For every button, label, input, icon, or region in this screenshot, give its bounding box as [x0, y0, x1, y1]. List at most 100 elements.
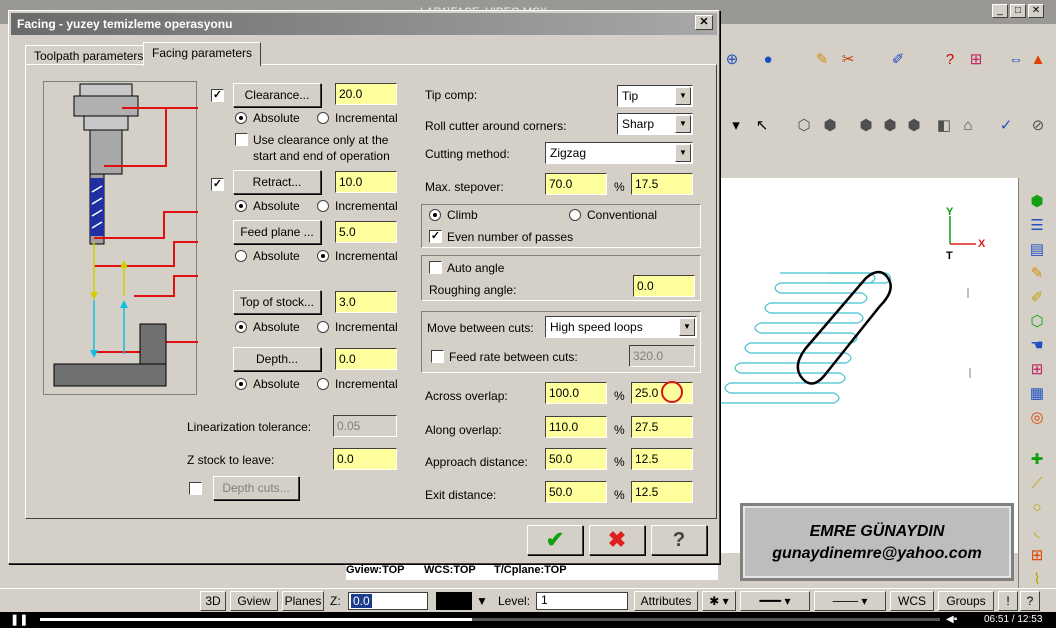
hex3-icon[interactable]: ⬢ — [904, 116, 924, 136]
z-input[interactable]: 0.0 — [348, 592, 428, 610]
depth-incremental-radio[interactable] — [317, 378, 329, 390]
across-overlap-percent-input[interactable]: 100.0 — [545, 382, 607, 404]
pause-icon[interactable]: ❚❚ — [10, 612, 28, 628]
feed-plane-input[interactable]: 5.0 — [335, 221, 397, 243]
wand-icon[interactable]: ✐ — [888, 50, 908, 70]
roughing-angle-input[interactable]: 0.0 — [633, 275, 695, 297]
top-of-stock-absolute-radio[interactable] — [235, 321, 247, 333]
hex1-icon[interactable]: ⬢ — [856, 116, 876, 136]
retract-checkbox[interactable]: ✓ — [211, 178, 224, 191]
clearance-absolute-radio[interactable] — [235, 112, 247, 124]
auto-angle-checkbox[interactable] — [429, 261, 442, 274]
cancel-button[interactable]: ✖ — [589, 525, 645, 555]
clearance-button[interactable]: Clearance... — [233, 83, 321, 107]
ops-icon[interactable]: ⊞ — [1027, 360, 1047, 380]
feed-between-input[interactable]: 320.0 — [629, 345, 695, 367]
sketch-icon[interactable]: ⌇ — [1027, 570, 1047, 590]
tip-comp-select[interactable]: Tip ▼ — [617, 85, 693, 107]
feed-plane-incremental-radio[interactable] — [317, 250, 329, 262]
close-app-button[interactable]: ✕ — [1028, 4, 1044, 18]
point-style-select[interactable]: ✱ ▾ — [702, 591, 736, 611]
no-icon[interactable]: ⊘ — [1028, 116, 1048, 136]
roll-cutter-select[interactable]: Sharp ▼ — [617, 113, 693, 135]
dialog-close-button[interactable]: ✕ — [695, 15, 713, 30]
ruler-icon[interactable]: ✎ — [1027, 264, 1047, 284]
plus-icon[interactable]: ✚ — [1027, 450, 1047, 470]
grid-icon[interactable]: ⊞ — [1027, 546, 1047, 566]
level-select[interactable]: 1 — [536, 592, 628, 610]
pointer-icon[interactable]: ▲ — [1028, 50, 1048, 70]
max-stepover-percent-input[interactable]: 70.0 — [545, 173, 607, 195]
progress-track[interactable] — [40, 618, 940, 621]
hand-icon[interactable]: ☚ — [1027, 336, 1047, 356]
along-overlap-percent-input[interactable]: 110.0 — [545, 416, 607, 438]
check-filter-icon[interactable]: ✓ — [996, 116, 1016, 136]
dropdown-arrow-icon[interactable]: ▾ — [726, 116, 746, 136]
depth-cuts-checkbox[interactable] — [189, 482, 202, 495]
exit-percent-input[interactable]: 50.0 — [545, 481, 607, 503]
tree-icon[interactable]: ⊞ — [966, 50, 986, 70]
retract-absolute-radio[interactable] — [235, 200, 247, 212]
pencil-icon[interactable]: ✎ — [812, 50, 832, 70]
paint-icon[interactable]: ✐ — [1027, 288, 1047, 308]
cube-icon[interactable]: ◧ — [934, 116, 954, 136]
sphere-icon[interactable]: ● — [758, 50, 778, 70]
line-width-select[interactable]: ─── ▾ — [814, 591, 886, 611]
linearization-input[interactable]: 0.05 — [333, 415, 397, 437]
climb-radio[interactable] — [429, 209, 441, 221]
feed-between-checkbox[interactable] — [431, 350, 444, 363]
z-stock-input[interactable]: 0.0 — [333, 448, 397, 470]
depth-button[interactable]: Depth... — [233, 347, 321, 371]
circle-icon[interactable]: ○ — [1027, 498, 1047, 518]
volume-icon[interactable]: ◀▪ — [946, 612, 957, 628]
tab-toolpath-parameters[interactable]: Toolpath parameters — [25, 45, 153, 65]
wcs-button[interactable]: WCS — [890, 591, 934, 611]
stack-icon[interactable]: ▤ — [1027, 240, 1047, 260]
feed-plane-button[interactable]: Feed plane ... — [233, 220, 321, 244]
clearance-only-checkbox[interactable] — [235, 133, 248, 146]
line-style-select[interactable]: ━━━ ▾ — [740, 591, 810, 611]
max-stepover-input[interactable]: 17.5 — [631, 173, 693, 195]
help-icon[interactable]: ? — [940, 50, 960, 70]
groups-button[interactable]: Groups — [938, 591, 994, 611]
retract-incremental-radio[interactable] — [317, 200, 329, 212]
hex2-icon[interactable]: ⬢ — [880, 116, 900, 136]
globe-icon[interactable]: ⊕ — [722, 50, 742, 70]
depth-cuts-button[interactable]: Depth cuts... — [213, 476, 299, 500]
attributes-button[interactable]: Attributes — [634, 591, 698, 611]
gview-button[interactable]: Gview — [230, 591, 278, 611]
roof-icon[interactable]: ⌂ — [958, 116, 978, 136]
exit-input[interactable]: 12.5 — [631, 481, 693, 503]
wire-cube-icon[interactable]: ⬡ — [1027, 312, 1047, 332]
top-of-stock-button[interactable]: Top of stock... — [233, 290, 321, 314]
retract-button[interactable]: Retract... — [233, 170, 321, 194]
retract-input[interactable]: 10.0 — [335, 171, 397, 193]
maximize-button[interactable]: □ — [1010, 4, 1026, 18]
tab-facing-parameters[interactable]: Facing parameters — [143, 42, 262, 66]
move-icon[interactable]: ⇔ — [1006, 50, 1026, 70]
top-of-stock-input[interactable]: 3.0 — [335, 291, 397, 313]
bang-button[interactable]: ! — [998, 591, 1018, 611]
arc-icon[interactable]: ◟ — [1027, 522, 1047, 542]
target-icon[interactable]: ◎ — [1027, 408, 1047, 428]
clearance-input[interactable]: 20.0 — [335, 83, 397, 105]
cursor-icon[interactable]: ↖ — [752, 116, 772, 136]
graphics-window[interactable]: Y X T — [720, 178, 1018, 553]
line-icon[interactable]: ⟋ — [1027, 474, 1047, 494]
top-of-stock-incremental-radio[interactable] — [317, 321, 329, 333]
layers-icon[interactable]: ☰ — [1027, 216, 1047, 236]
feed-plane-absolute-radio[interactable] — [235, 250, 247, 262]
select-icon[interactable]: ⬡ — [794, 116, 814, 136]
even-passes-checkbox[interactable]: ✓ — [429, 230, 442, 243]
approach-percent-input[interactable]: 50.0 — [545, 448, 607, 470]
clearance-incremental-radio[interactable] — [317, 112, 329, 124]
approach-input[interactable]: 12.5 — [631, 448, 693, 470]
help-button[interactable]: ? — [651, 525, 707, 555]
conventional-radio[interactable] — [569, 209, 581, 221]
color-swatch[interactable] — [436, 592, 472, 610]
clearance-checkbox[interactable]: ✓ — [211, 89, 224, 102]
along-overlap-input[interactable]: 27.5 — [631, 416, 693, 438]
3d-button[interactable]: 3D — [200, 591, 226, 611]
planes-button[interactable]: Planes — [282, 591, 324, 611]
minimize-button[interactable]: _ — [992, 4, 1008, 18]
